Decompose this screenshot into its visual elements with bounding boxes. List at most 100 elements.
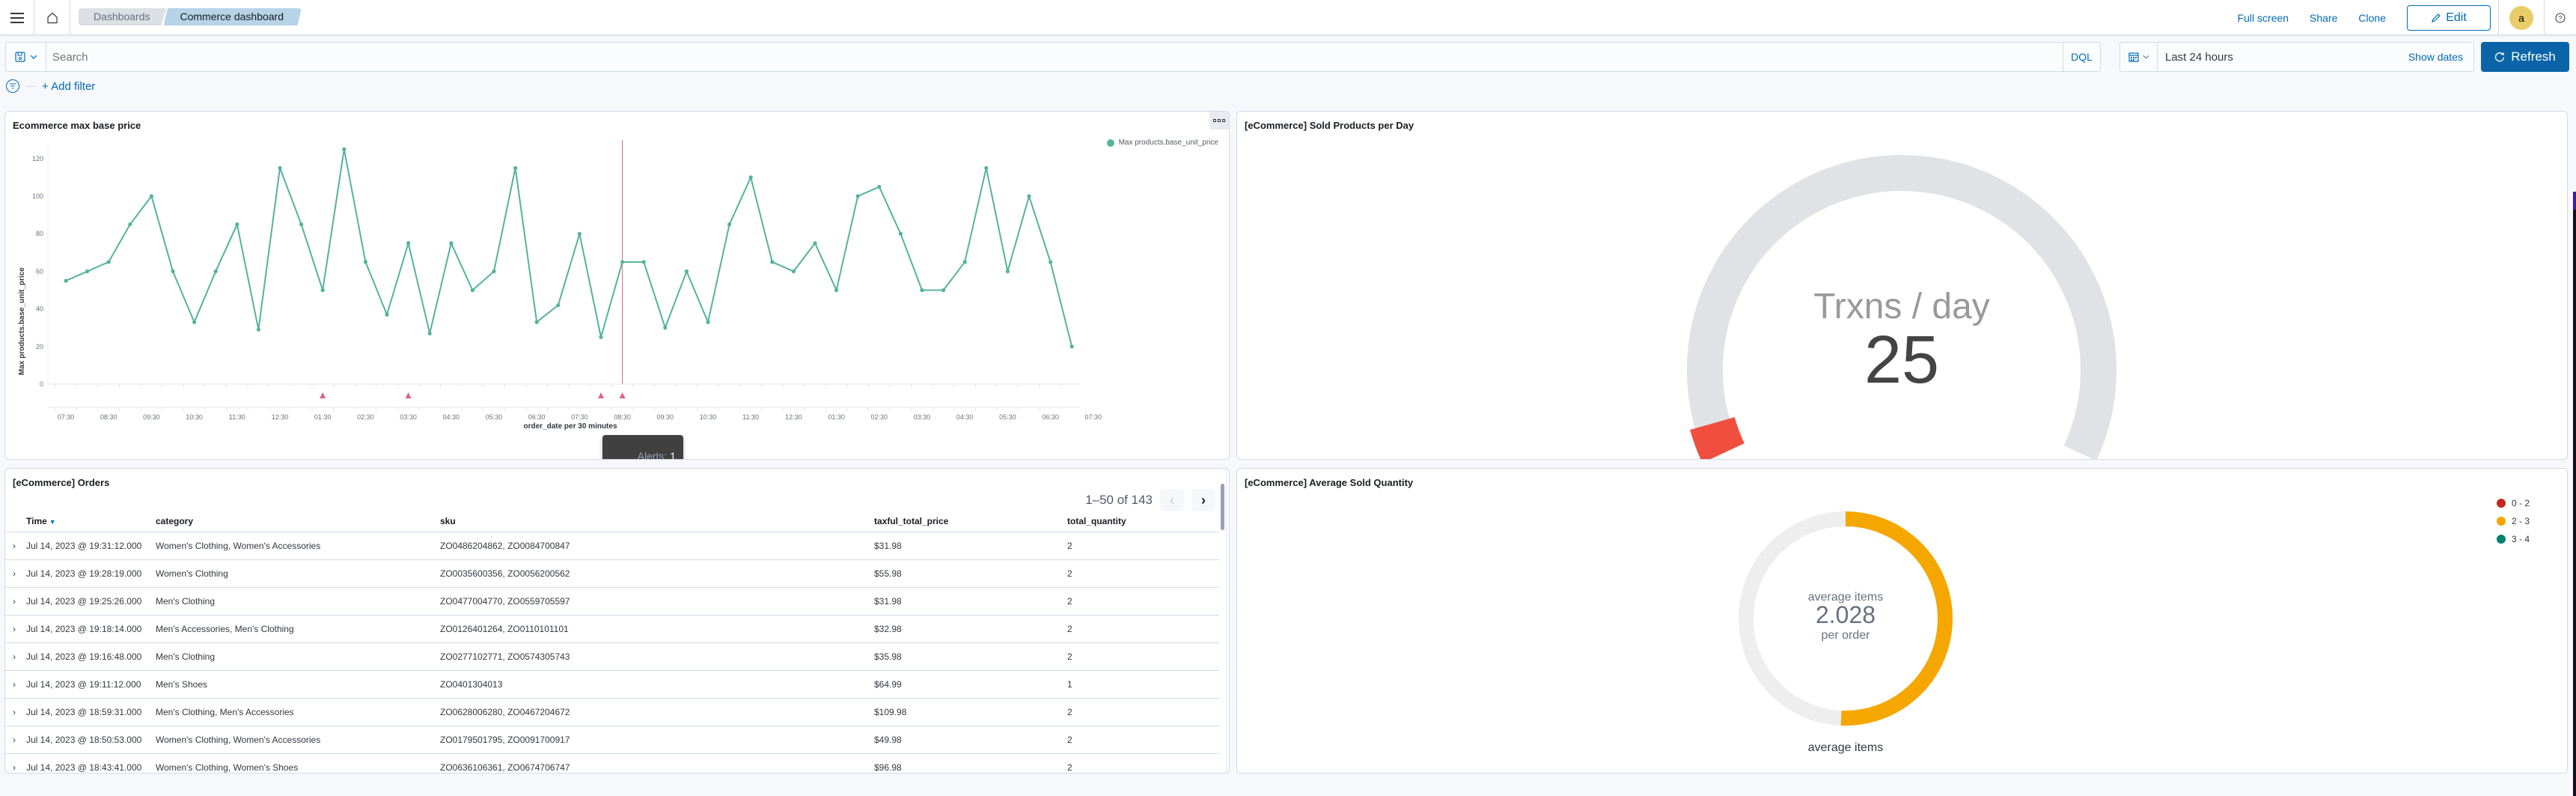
table-row[interactable]: › Jul 14, 2023 @ 19:11:12.000 Men's Shoes Z… [5, 670, 1219, 699]
data-point[interactable] [791, 269, 796, 273]
data-point[interactable] [213, 269, 218, 273]
line-chart[interactable]: Max products.base_unit_price order_date … [5, 112, 1230, 460]
expand-row-button[interactable]: › [5, 698, 26, 726]
column-header-taxful-total-price[interactable]: taxful_total_price [874, 511, 1067, 532]
data-point[interactable] [834, 288, 839, 293]
query-language-button[interactable]: DQL [2063, 43, 2100, 71]
data-point[interactable] [577, 231, 582, 236]
data-point[interactable] [171, 269, 175, 273]
column-header-total-quantity[interactable]: total_quantity [1067, 511, 1219, 532]
table-row[interactable]: › Jul 14, 2023 @ 18:59:31.000 Men's Clothi… [5, 698, 1219, 726]
share-link[interactable]: Share [2310, 12, 2337, 24]
column-header-time[interactable]: Time ▼ [26, 511, 156, 532]
data-point[interactable] [556, 303, 561, 308]
previous-page-button[interactable]: ‹ [1160, 489, 1184, 511]
data-point[interactable] [534, 320, 539, 324]
expand-row-button[interactable]: › [5, 670, 26, 699]
data-point[interactable] [85, 269, 90, 273]
expand-row-button[interactable]: › [5, 559, 26, 588]
column-header-category[interactable]: category [156, 511, 440, 532]
data-point[interactable] [1027, 194, 1031, 198]
data-point[interactable] [320, 288, 325, 293]
data-point[interactable] [235, 222, 239, 227]
data-point[interactable] [64, 279, 68, 283]
data-point[interactable] [149, 194, 153, 198]
expand-row-button[interactable]: › [5, 587, 26, 616]
expand-row-button[interactable]: › [5, 642, 26, 671]
menu-button[interactable] [0, 0, 34, 35]
data-point[interactable] [470, 288, 475, 293]
data-point[interactable] [941, 288, 946, 293]
legend-item[interactable]: 3 - 4 [2496, 530, 2530, 548]
data-point[interactable] [663, 326, 668, 330]
data-point[interactable] [599, 335, 603, 339]
edit-button[interactable]: Edit [2407, 4, 2491, 31]
data-point[interactable] [813, 241, 817, 246]
data-point[interactable] [748, 175, 753, 180]
data-point[interactable] [106, 260, 111, 264]
data-point[interactable] [620, 260, 625, 264]
expand-row-button[interactable]: › [5, 753, 26, 773]
sort-descending-icon[interactable]: ▼ [49, 518, 56, 526]
table-scrollbar[interactable] [1221, 484, 1224, 530]
data-point[interactable] [406, 241, 411, 246]
user-avatar[interactable]: a [2509, 5, 2533, 30]
data-point[interactable] [770, 260, 775, 264]
data-point[interactable] [684, 269, 689, 273]
anomaly-marker-icon[interactable] [320, 392, 326, 398]
data-point[interactable] [706, 320, 710, 324]
next-page-button[interactable]: › [1191, 489, 1215, 511]
data-point[interactable] [1069, 344, 1074, 349]
quick-date-menu-button[interactable] [2120, 43, 2158, 71]
data-point[interactable] [449, 241, 454, 246]
data-point[interactable] [278, 165, 282, 170]
anomaly-marker-icon[interactable] [405, 392, 412, 398]
data-point[interactable] [192, 320, 197, 324]
clone-link[interactable]: Clone [2358, 12, 2386, 24]
table-row[interactable]: › Jul 14, 2023 @ 19:25:26.000 Men's Clothi… [5, 587, 1219, 616]
data-point[interactable] [128, 222, 132, 227]
data-point[interactable] [727, 222, 732, 227]
home-button[interactable] [34, 0, 70, 35]
data-point[interactable] [492, 269, 496, 273]
data-point[interactable] [855, 194, 860, 198]
expand-row-button[interactable]: › [5, 615, 26, 643]
saved-query-button[interactable] [6, 43, 46, 71]
table-row[interactable]: › Jul 14, 2023 @ 19:16:48.000 Men's Clothi… [5, 642, 1219, 671]
help-button[interactable]: ? [2545, 13, 2576, 23]
anomaly-marker-icon[interactable] [598, 392, 604, 398]
data-point[interactable] [984, 165, 989, 170]
table-row[interactable]: › Jul 14, 2023 @ 18:43:41.000 Women's Clot… [5, 753, 1219, 773]
legend-item[interactable]: 2 - 3 [2496, 512, 2530, 530]
anomaly-marker-icon[interactable] [619, 392, 626, 398]
table-row[interactable]: › Jul 14, 2023 @ 18:50:53.000 Women's Clot… [5, 726, 1219, 754]
data-point[interactable] [962, 260, 967, 264]
time-range-label[interactable]: Last 24 hours [2158, 51, 2408, 64]
full-screen-link[interactable]: Full screen [2238, 12, 2289, 24]
filter-menu-button[interactable] [6, 79, 19, 93]
show-dates-link[interactable]: Show dates [2408, 51, 2463, 63]
data-point[interactable] [1049, 260, 1053, 264]
data-point[interactable] [256, 327, 260, 332]
table-row[interactable]: › Jul 14, 2023 @ 19:18:14.000 Men's Access… [5, 615, 1219, 643]
data-point[interactable] [920, 288, 924, 293]
breadcrumb-dashboards[interactable]: Dashboards [79, 8, 167, 25]
table-row[interactable]: › Jul 14, 2023 @ 19:28:19.000 Women's Clot… [5, 559, 1219, 588]
table-row[interactable]: › Jul 14, 2023 @ 19:31:12.000 Women's Clot… [5, 532, 1219, 560]
data-point[interactable] [513, 165, 518, 170]
expand-row-button[interactable]: › [5, 532, 26, 560]
data-point[interactable] [877, 184, 882, 189]
column-header-sku[interactable]: sku [440, 511, 874, 532]
expand-row-button[interactable]: › [5, 726, 26, 754]
data-point[interactable] [641, 260, 646, 264]
legend-item[interactable]: 0 - 2 [2496, 494, 2530, 512]
data-point[interactable] [299, 222, 304, 227]
search-input[interactable] [46, 43, 2063, 71]
data-point[interactable] [898, 231, 903, 236]
data-point[interactable] [385, 312, 389, 317]
add-filter-button[interactable]: + Add filter [42, 80, 95, 93]
data-point[interactable] [363, 260, 367, 264]
data-point[interactable] [342, 147, 347, 151]
data-point[interactable] [1005, 269, 1010, 273]
data-point[interactable] [427, 331, 432, 335]
